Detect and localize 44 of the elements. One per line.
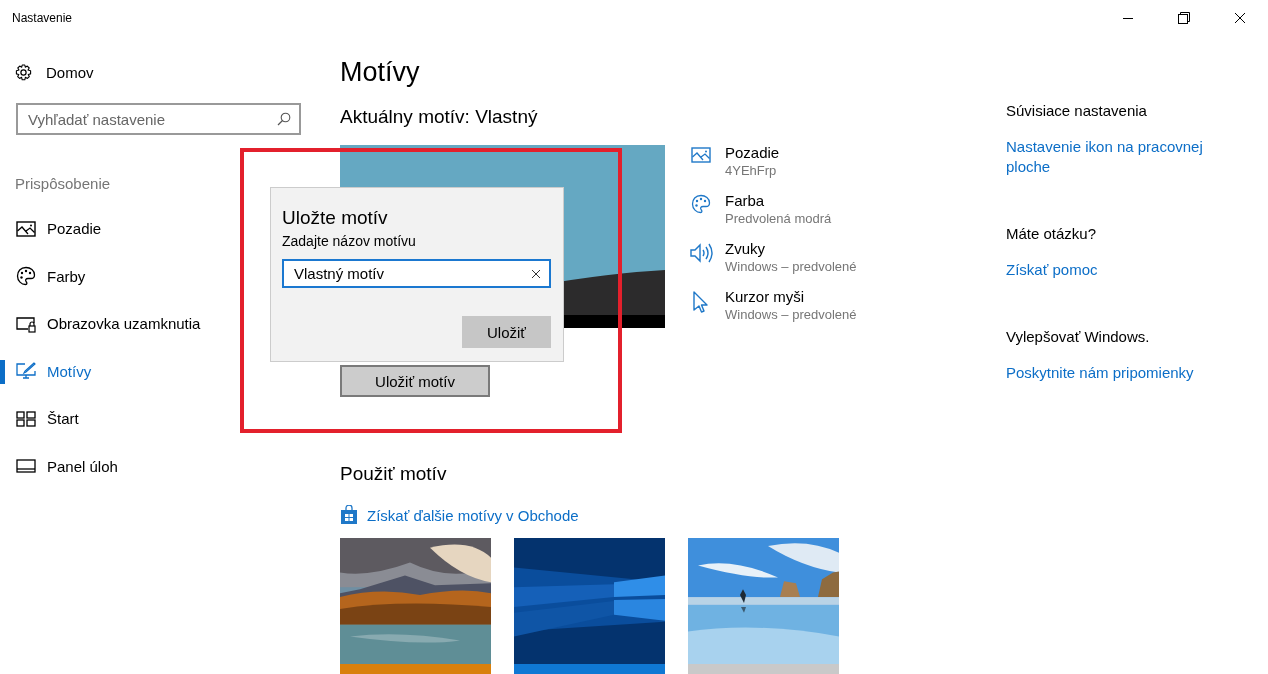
search-field[interactable]: Vyhľadať nastavenie bbox=[16, 103, 301, 135]
nav-item[interactable]: Obrazovka uzamknutia bbox=[0, 300, 320, 348]
section-heading: Máte otázku? bbox=[1006, 224, 1098, 244]
page-title: Motívy bbox=[340, 56, 421, 88]
help-link[interactable]: Získať pomoc bbox=[1006, 260, 1226, 280]
palette-icon bbox=[690, 194, 711, 214]
search-icon bbox=[277, 112, 291, 126]
desktop-icons-link[interactable]: Nastavenie ikon na pracovnej ploche bbox=[1006, 137, 1226, 177]
section-heading: Aktuálny motív: Vlastný bbox=[340, 105, 539, 129]
nav-item[interactable]: Štart bbox=[0, 395, 320, 443]
brush-icon bbox=[16, 362, 36, 381]
section-heading: Súvisiace nastavenia bbox=[1006, 101, 1148, 121]
shopping-bag-icon bbox=[340, 505, 358, 525]
feedback-link[interactable]: Poskytnite nám pripomienky bbox=[1006, 363, 1226, 383]
settings-icon bbox=[15, 63, 32, 81]
theme-setting[interactable]: Zvuky Windows – predvolené bbox=[689, 240, 857, 274]
palette-icon bbox=[16, 266, 36, 287]
save-button[interactable]: Uložiť bbox=[462, 316, 551, 348]
theme-setting[interactable]: Pozadie 4YEhFrp bbox=[689, 144, 857, 178]
section-heading: Vylepšovať Windows. bbox=[1006, 327, 1151, 347]
section-heading: Použiť motív bbox=[340, 463, 448, 486]
window-title: Nastavenie bbox=[12, 10, 74, 25]
image-icon bbox=[16, 219, 36, 238]
lock-screen-icon bbox=[16, 314, 36, 333]
dialog-title: Uložte motív bbox=[282, 206, 389, 230]
save-theme-button[interactable]: Uložiť motív bbox=[340, 365, 490, 397]
speaker-icon bbox=[688, 242, 713, 264]
home-link[interactable]: Domov bbox=[15, 55, 94, 89]
theme-name-field[interactable]: Vlastný motív bbox=[282, 259, 551, 288]
selection-indicator bbox=[0, 359, 5, 384]
section-heading: Prispôsobenie bbox=[15, 175, 112, 194]
cursor-icon bbox=[691, 290, 710, 314]
nav-item[interactable]: Panel úloh bbox=[0, 442, 320, 490]
tiles-icon bbox=[16, 410, 36, 427]
dialog-prompt: Zadajte názov motívu bbox=[282, 233, 417, 249]
taskbar-icon bbox=[16, 459, 36, 474]
theme-setting[interactable]: Farba Predvolená modrá bbox=[689, 192, 857, 226]
image-icon bbox=[690, 146, 711, 164]
clear-icon[interactable] bbox=[531, 269, 541, 279]
store-link[interactable]: Získať ďalšie motívy v Obchode bbox=[340, 505, 579, 525]
close-icon[interactable] bbox=[1234, 11, 1246, 24]
nav-item[interactable]: Motívy bbox=[0, 347, 320, 395]
restore-icon[interactable] bbox=[1178, 11, 1190, 24]
theme-setting[interactable]: Kurzor myši Windows – predvolené bbox=[689, 288, 857, 322]
